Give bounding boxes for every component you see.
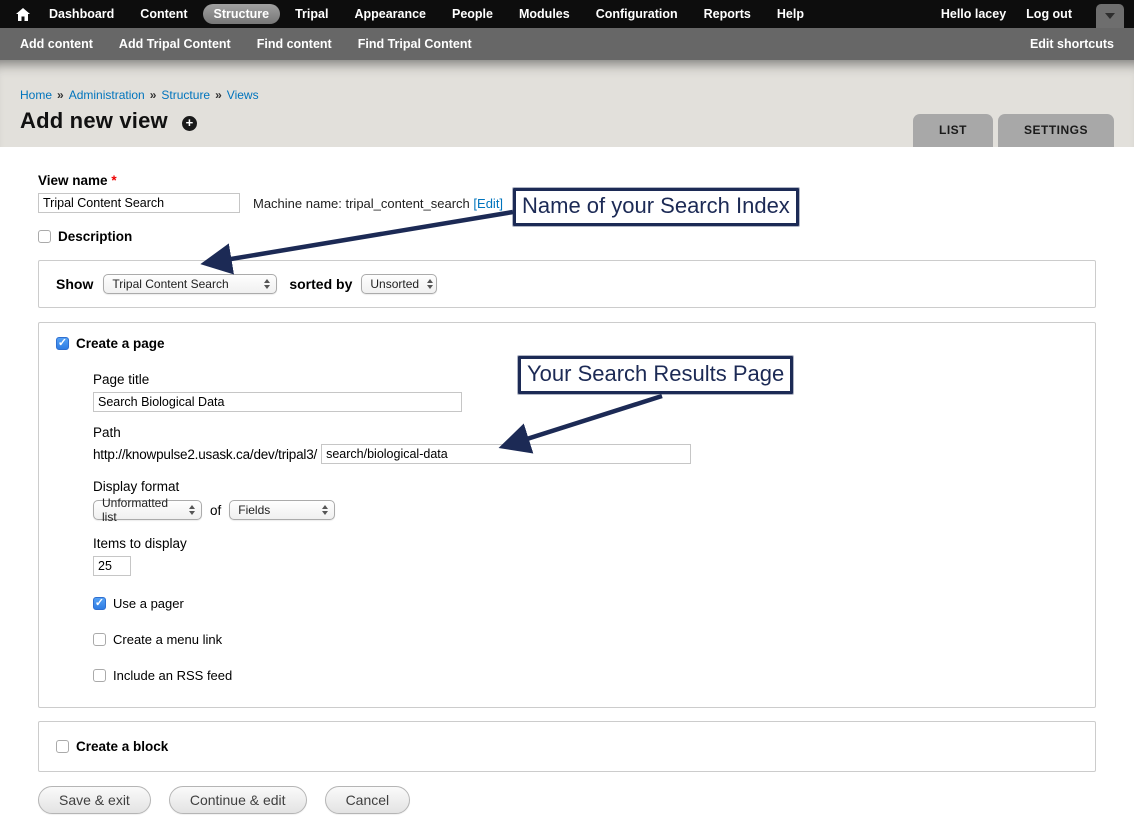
create-block-section: Create a block <box>38 721 1096 772</box>
required-marker: * <box>111 173 116 188</box>
items-to-display-input[interactable] <box>93 556 131 576</box>
show-label: Show <box>56 276 93 292</box>
tab-settings[interactable]: SETTINGS <box>998 114 1114 147</box>
page-header: Home » Administration » Structure » Views Add … <box>0 60 1134 147</box>
machine-name-edit-link[interactable]: [Edit] <box>473 196 503 211</box>
toolbar-item-dashboard[interactable]: Dashboard <box>38 4 125 24</box>
display-format-label: Display format <box>93 479 1078 494</box>
toolbar-item-help[interactable]: Help <box>766 4 815 24</box>
select-arrows-icon <box>189 505 195 515</box>
continue-edit-button[interactable]: Continue & edit <box>169 786 307 814</box>
shortcut-add-tripal-content[interactable]: Add Tripal Content <box>119 37 231 51</box>
view-name-label: View name * <box>38 173 1096 188</box>
sorted-by-label: sorted by <box>289 276 352 292</box>
toolbar-item-content[interactable]: Content <box>129 4 198 24</box>
create-block-checkbox[interactable] <box>56 740 69 753</box>
annotation-note-results-page: Your Search Results Page <box>518 356 793 394</box>
page-title-input[interactable] <box>93 392 462 412</box>
items-to-display-label: Items to display <box>93 536 1078 551</box>
rss-feed-checkbox[interactable] <box>93 669 106 682</box>
breadcrumb-home[interactable]: Home <box>20 88 52 102</box>
add-view-form: View name * Machine name: tripal_content… <box>0 147 1134 830</box>
toolbar-item-people[interactable]: People <box>441 4 504 24</box>
create-page-label: Create a page <box>76 336 165 351</box>
chevron-down-icon <box>1105 13 1115 19</box>
shortcut-find-tripal-content[interactable]: Find Tripal Content <box>358 37 472 51</box>
cancel-button[interactable]: Cancel <box>325 786 411 814</box>
tab-list[interactable]: LIST <box>913 114 993 147</box>
path-prefix: http://knowpulse2.usask.ca/dev/tripal3/ <box>93 447 317 462</box>
breadcrumb-structure[interactable]: Structure <box>161 88 210 102</box>
logout-link[interactable]: Log out <box>1016 7 1082 21</box>
path-label: Path <box>93 425 1078 440</box>
sorted-by-select[interactable]: Unsorted <box>361 274 437 294</box>
home-icon[interactable] <box>10 7 36 21</box>
use-pager-checkbox[interactable]: ✓ <box>93 597 106 610</box>
use-pager-label: Use a pager <box>113 596 184 611</box>
show-select[interactable]: Tripal Content Search <box>103 274 277 294</box>
breadcrumb-views[interactable]: Views <box>227 88 259 102</box>
breadcrumb: Home » Administration » Structure » Views <box>20 60 1114 102</box>
form-actions: Save & exit Continue & edit Cancel <box>38 786 1096 830</box>
toolbar-item-modules[interactable]: Modules <box>508 4 581 24</box>
menu-link-checkbox[interactable] <box>93 633 106 646</box>
create-block-label: Create a block <box>76 739 168 754</box>
local-tasks: LIST SETTINGS <box>908 114 1114 147</box>
breadcrumb-separator: » <box>150 88 157 102</box>
toolbar-item-appearance[interactable]: Appearance <box>343 4 437 24</box>
toolbar-item-tripal[interactable]: Tripal <box>284 4 339 24</box>
rss-feed-label: Include an RSS feed <box>113 668 232 683</box>
select-arrows-icon <box>264 279 270 289</box>
machine-name-text: Machine name: tripal_content_search [Edi… <box>253 196 503 211</box>
toolbar-item-configuration[interactable]: Configuration <box>585 4 689 24</box>
shortcuts-bar: Add content Add Tripal Content Find cont… <box>0 28 1134 60</box>
menu-link-label: Create a menu link <box>113 632 222 647</box>
view-name-input[interactable] <box>38 193 240 213</box>
of-label: of <box>210 503 221 518</box>
select-arrows-icon <box>322 505 328 515</box>
plus-circle-icon[interactable]: + <box>182 116 197 131</box>
description-label: Description <box>58 229 132 244</box>
shortcut-find-content[interactable]: Find content <box>257 37 332 51</box>
user-greeting[interactable]: Hello lacey <box>931 7 1016 21</box>
toolbar-toggle-button[interactable] <box>1096 4 1124 28</box>
breadcrumb-separator: » <box>215 88 222 102</box>
description-checkbox[interactable] <box>38 230 51 243</box>
toolbar-item-structure[interactable]: Structure <box>203 4 281 24</box>
select-arrows-icon <box>427 279 433 289</box>
show-wizard-row: Show Tripal Content Search sorted by Uns… <box>38 260 1096 308</box>
edit-shortcuts-link[interactable]: Edit shortcuts <box>1030 37 1114 51</box>
annotation-note-search-index: Name of your Search Index <box>513 188 799 226</box>
save-exit-button[interactable]: Save & exit <box>38 786 151 814</box>
page-title: Add new view <box>20 108 168 134</box>
shortcut-add-content[interactable]: Add content <box>20 37 93 51</box>
breadcrumb-separator: » <box>57 88 64 102</box>
create-page-checkbox[interactable]: ✓ <box>56 337 69 350</box>
breadcrumb-administration[interactable]: Administration <box>69 88 145 102</box>
display-format-select[interactable]: Unformatted list <box>93 500 202 520</box>
toolbar-item-reports[interactable]: Reports <box>693 4 762 24</box>
path-input[interactable] <box>321 444 691 464</box>
row-style-select[interactable]: Fields <box>229 500 335 520</box>
admin-toolbar: Dashboard Content Structure Tripal Appea… <box>0 0 1134 28</box>
